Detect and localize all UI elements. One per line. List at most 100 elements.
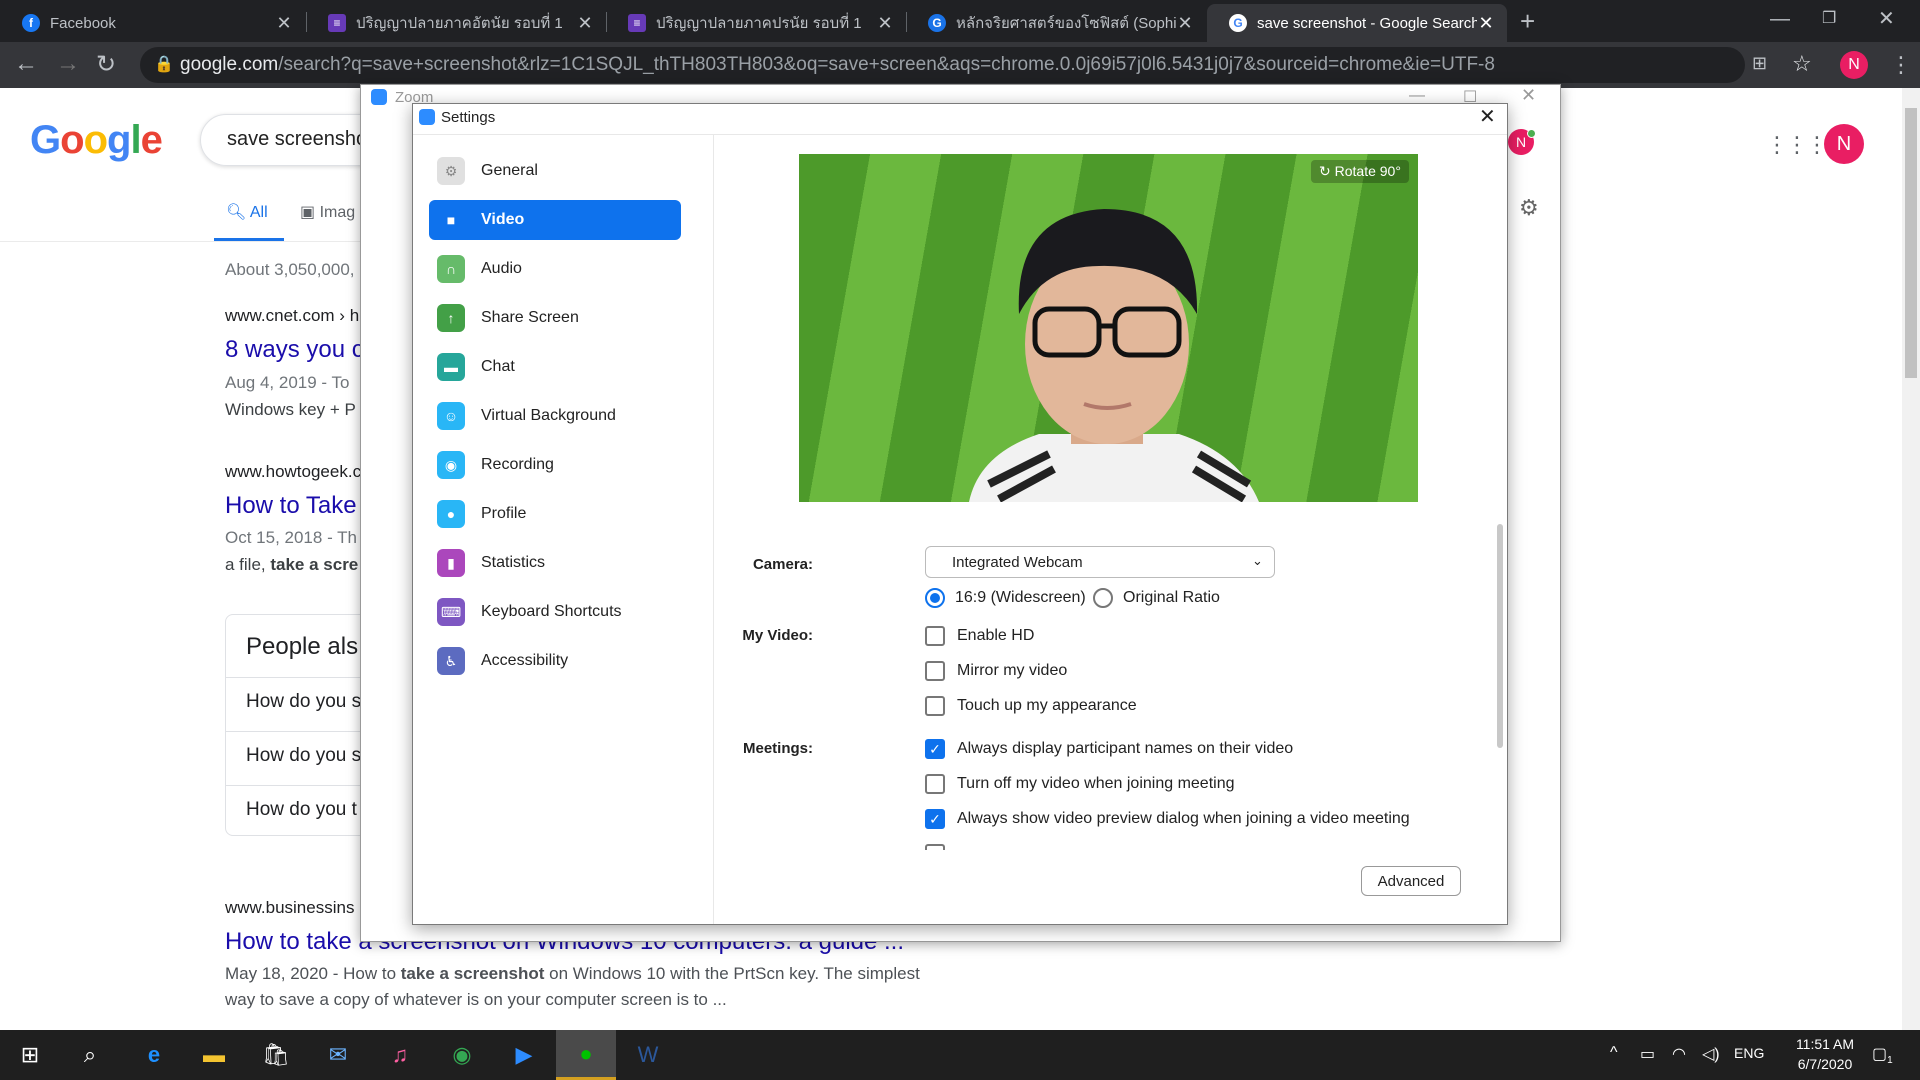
ratio-widescreen-radio[interactable]: 16:9 (Widescreen) — [925, 588, 1086, 608]
close-icon[interactable]: ✕ — [876, 13, 894, 34]
zoom-taskbar-icon[interactable]: ▶ — [494, 1030, 554, 1080]
menu-icon[interactable]: ⋮ — [1890, 52, 1912, 78]
chevron-down-icon: ⌄ — [1252, 553, 1263, 568]
settings-gear-icon[interactable]: ⚙ — [1519, 195, 1539, 221]
search-query: save screensho — [227, 128, 368, 150]
window-close-button[interactable]: ✕ — [1878, 6, 1895, 31]
touch-up-checkbox[interactable]: Touch up my appearance — [925, 696, 1137, 716]
advanced-button[interactable]: Advanced — [1361, 866, 1461, 896]
virtual-background-icon: ☺ — [437, 402, 465, 430]
headphones-icon: ∩ — [437, 255, 465, 283]
mail-icon[interactable]: ✉ — [308, 1030, 368, 1080]
nav-audio[interactable]: ∩ Audio — [429, 249, 681, 289]
paa-heading: People als — [246, 633, 359, 660]
translate-icon[interactable]: ⊞ — [1752, 53, 1767, 74]
nav-video[interactable]: ■ Video — [429, 200, 681, 240]
windows-start-icon[interactable]: ⊞ — [0, 1030, 60, 1080]
close-icon[interactable]: ✕ — [1477, 13, 1495, 34]
facebook-icon: f — [22, 14, 40, 32]
restore-button[interactable]: ❐ — [1822, 8, 1836, 28]
turn-off-video-checkbox[interactable]: Turn off my video when joining meeting — [925, 774, 1234, 794]
search-icon: 🔍︎ — [226, 204, 247, 221]
tab-all[interactable]: 🔍︎ All — [226, 202, 268, 222]
chrome-icon[interactable]: ◉ — [432, 1030, 492, 1080]
ratio-original-radio[interactable]: Original Ratio — [1093, 588, 1220, 608]
input-language[interactable]: ENG — [1734, 1045, 1764, 1061]
clock[interactable]: 11:51 AM 6/7/2020 — [1780, 1036, 1870, 1072]
tab-facebook[interactable]: f Facebook ✕ — [0, 4, 305, 42]
file-explorer-icon[interactable]: ▬ — [184, 1030, 244, 1080]
mirror-video-checkbox[interactable]: Mirror my video — [925, 661, 1067, 681]
tab-images[interactable]: ▣ Imag — [300, 202, 355, 222]
result-snippet: way to save a copy of whatever is on you… — [225, 990, 727, 1009]
word-icon[interactable]: W — [618, 1030, 678, 1080]
back-button[interactable]: ← — [14, 50, 38, 78]
bookmark-star-icon[interactable]: ☆ — [1792, 51, 1812, 77]
battery-icon[interactable]: ▭ — [1640, 1044, 1655, 1064]
clock-time: 11:51 AM — [1795, 1036, 1855, 1052]
apps-grid-icon[interactable]: ⋮⋮⋮ — [1766, 132, 1828, 158]
tray-overflow-icon[interactable]: ^ — [1610, 1044, 1618, 1062]
tab-forms-1[interactable]: ≡ ปริญญาปลายภาคอัตนัย รอบที่ 1 ✕ — [306, 4, 606, 42]
result-title[interactable]: 8 ways you c — [225, 336, 364, 364]
cutoff-checkbox — [925, 844, 945, 850]
clock-date: 6/7/2020 — [1797, 1056, 1853, 1072]
nav-chat[interactable]: ▬ Chat — [429, 347, 681, 387]
nav-accessibility[interactable]: ♿ Accessibility — [429, 641, 681, 681]
nav-share-screen[interactable]: ↑ Share Screen — [429, 298, 681, 338]
account-avatar[interactable]: N — [1824, 124, 1864, 164]
settings-scrollbar[interactable] — [1497, 524, 1503, 748]
address-bar[interactable]: 🔒 google.com/search?q=save+screenshot&rl… — [140, 47, 1812, 83]
nav-virtual-background[interactable]: ☺ Virtual Background — [429, 396, 681, 436]
search-icon[interactable]: ⌕ — [60, 1030, 120, 1080]
minimize-button[interactable]: — — [1770, 8, 1790, 31]
result-title[interactable]: How to Take — [225, 492, 357, 520]
google-logo[interactable]: Google — [30, 118, 163, 163]
zoom-close-button[interactable]: ✕ — [1521, 85, 1536, 106]
video-preview: ↻ Rotate 90° — [799, 154, 1418, 502]
nav-recording[interactable]: ◉ Recording — [429, 445, 681, 485]
always-preview-checkbox[interactable]: ✓ Always show video preview dialog when j… — [925, 809, 1410, 829]
browser-tab-bar: f Facebook ✕ ≡ ปริญญาปลายภาคอัตนัย รอบที… — [0, 0, 1920, 42]
statistics-icon: ▮ — [437, 549, 465, 577]
rotate-button[interactable]: ↻ Rotate 90° — [1311, 160, 1409, 183]
paa-question[interactable]: How do you t — [246, 799, 357, 821]
tab-title: ปริญญาปลายภาคปรนัย รอบที่ 1 — [656, 15, 862, 32]
settings-close-button[interactable]: ✕ — [1479, 104, 1496, 129]
rotate-icon: ↻ — [1319, 163, 1331, 179]
tab-sophist[interactable]: G หลักจริยศาสตร์ของโซฟิสต์ (Sophist) ✕ — [906, 4, 1206, 42]
nav-general[interactable]: ⚙ General — [429, 151, 681, 191]
wifi-icon[interactable]: ◠ — [1672, 1044, 1686, 1064]
enable-hd-checkbox[interactable]: Enable HD — [925, 626, 1034, 646]
nav-keyboard-shortcuts[interactable]: ⌨ Keyboard Shortcuts — [429, 592, 681, 632]
notifications-icon[interactable]: ▢1 — [1872, 1044, 1893, 1066]
camera-select[interactable]: Integrated Webcam ⌄ — [925, 546, 1275, 578]
paa-question[interactable]: How do you s — [246, 745, 361, 767]
edge-icon[interactable]: e — [124, 1030, 184, 1080]
profile-icon: ● — [437, 500, 465, 528]
nav-profile[interactable]: ● Profile — [429, 494, 681, 534]
itunes-icon[interactable]: ♫ — [370, 1030, 430, 1080]
volume-icon[interactable]: ◁) — [1702, 1044, 1720, 1064]
tab-title: หลักจริยศาสตร์ของโซฟิสต์ (Sophist) — [956, 15, 1176, 32]
chat-icon: ▬ — [437, 353, 465, 381]
store-icon[interactable]: 🛍︎ — [246, 1030, 306, 1080]
video-camera-icon: ■ — [437, 206, 465, 234]
scrollbar-thumb[interactable] — [1905, 108, 1917, 378]
reload-button[interactable]: ↻ — [96, 50, 116, 79]
close-icon[interactable]: ✕ — [1176, 13, 1194, 34]
line-icon[interactable]: ● — [556, 1030, 616, 1080]
new-tab-button[interactable]: + — [1520, 6, 1535, 37]
site-icon: G — [928, 14, 946, 32]
tab-forms-2[interactable]: ≡ ปริญญาปลายภาคปรนัย รอบที่ 1 ✕ — [606, 4, 906, 42]
keyboard-icon: ⌨ — [437, 598, 465, 626]
close-icon[interactable]: ✕ — [275, 13, 293, 34]
nav-statistics[interactable]: ▮ Statistics — [429, 543, 681, 583]
result-date: Aug 4, 2019 - To — [225, 373, 350, 392]
profile-avatar[interactable]: N — [1840, 51, 1868, 79]
close-icon[interactable]: ✕ — [576, 13, 594, 34]
forward-button[interactable]: → — [56, 50, 80, 78]
always-display-names-checkbox[interactable]: ✓ Always display participant names on the… — [925, 739, 1293, 759]
tab-google-search[interactable]: G save screenshot - Google Search ✕ — [1207, 4, 1507, 42]
paa-question[interactable]: How do you s — [246, 691, 361, 713]
